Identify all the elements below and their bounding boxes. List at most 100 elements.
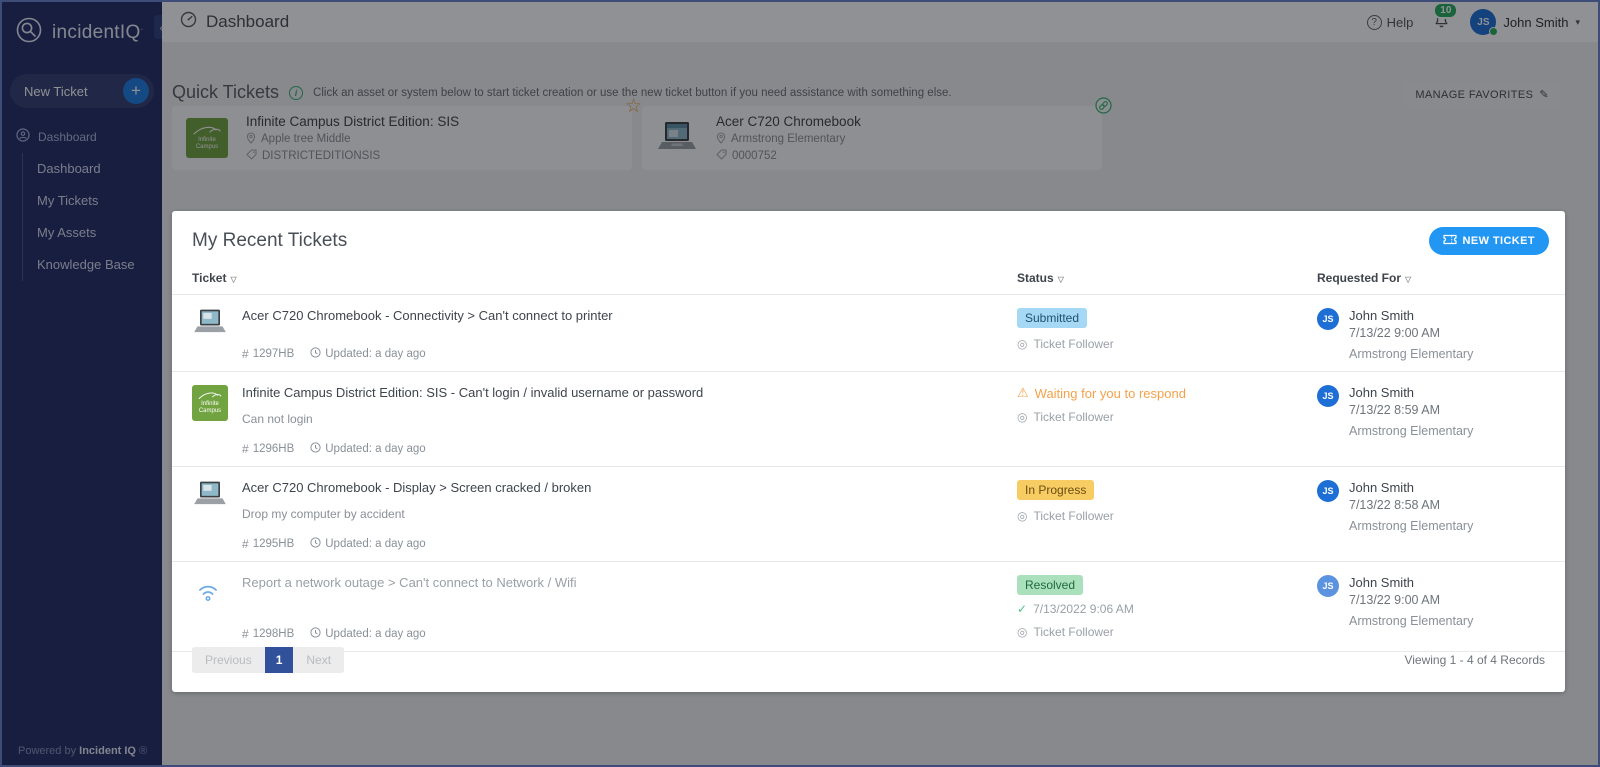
notifications-button[interactable]: 10 [1433, 2, 1459, 34]
next-page-button[interactable]: Next [293, 647, 345, 673]
help-icon: ? [1366, 14, 1382, 30]
pagination: Previous 1 Next [192, 647, 345, 673]
ticket-title[interactable]: Report a network outage > Can't connect … [242, 575, 1017, 590]
requester-name: John Smith [1349, 575, 1415, 590]
warning-icon: ⚠ [1017, 385, 1029, 400]
ticket-icon [1442, 234, 1457, 248]
new-ticket-button[interactable]: NEW TICKET [1428, 227, 1549, 255]
notification-badge: 10 [1433, 2, 1459, 19]
column-requested-for[interactable]: Requested For ▽ [1317, 271, 1545, 285]
user-circle-icon [16, 128, 30, 145]
avatar: JS [1317, 575, 1339, 597]
ticket-title[interactable]: Infinite Campus District Edition: SIS - … [242, 385, 1017, 400]
pencil-icon: ✎ [1539, 89, 1549, 101]
tag-icon [246, 148, 257, 163]
laptop-thumbnail [192, 308, 228, 338]
info-icon: i [289, 85, 304, 100]
check-icon: ✓ [1017, 602, 1028, 616]
gauge-icon [180, 11, 197, 33]
presence-dot [1489, 27, 1499, 36]
ticket-follower: ◎ Ticket Follower [1017, 337, 1114, 351]
ticket-meta: # 1296HB Updated: a day ago [242, 430, 1017, 456]
ticket-number: 1298HB [252, 628, 295, 640]
ticket-follower: ◎ Ticket Follower [1017, 410, 1114, 424]
powered-by-footer: Powered by Incident IQ ® [18, 745, 148, 757]
quick-ticket-tag: 0000752 [716, 148, 861, 163]
table-header: Ticket ▽ Status ▽ Requested For ▽ [172, 263, 1565, 294]
infinite-campus-logo: Infinite Campus [186, 118, 228, 158]
requester-name: John Smith [1349, 480, 1415, 495]
requester-location: Armstrong Elementary [1349, 519, 1474, 533]
status-warning: ⚠ Waiting for you to respond [1017, 385, 1186, 401]
follower-icon: ◎ [1017, 410, 1028, 424]
hash-icon: # [242, 627, 249, 641]
ticket-number: 1297HB [252, 348, 295, 360]
requested-date: 7/13/22 8:58 AM [1349, 498, 1441, 512]
table-row[interactable]: Report a network outage > Can't connect … [172, 561, 1565, 651]
avatar: JS [1317, 308, 1339, 330]
hash-icon: # [242, 442, 249, 456]
sidebar-item-my-assets[interactable]: My Assets [23, 217, 162, 249]
table-row[interactable]: Acer C720 Chromebook - Display > Screen … [172, 466, 1565, 561]
sidebar-new-ticket[interactable]: New Ticket + [10, 74, 154, 108]
requester-location: Armstrong Elementary [1349, 424, 1474, 438]
quick-ticket-name: Acer C720 Chromebook [716, 113, 861, 129]
avatar: JS [1470, 9, 1499, 36]
quick-ticket-name: Infinite Campus District Edition: SIS [246, 113, 460, 129]
manage-favorites-button[interactable]: MANAGE FAVORITES ✎ [1403, 82, 1561, 107]
requester-name: John Smith [1349, 308, 1415, 323]
requester-name: John Smith [1349, 385, 1415, 400]
sidebar-item-dashboard[interactable]: Dashboard [23, 153, 162, 185]
quick-ticket-location: Apple tree Middle [246, 131, 459, 147]
follower-icon: ◎ [1017, 625, 1028, 639]
clock-icon [310, 537, 321, 551]
clock-icon [310, 627, 321, 641]
help-label: Help [1386, 14, 1414, 30]
laptop-thumbnail [656, 118, 698, 158]
ticket-number: 1296HB [252, 443, 295, 455]
sidebar-item-my-tickets[interactable]: My Tickets [23, 185, 162, 217]
ticket-follower: ◎ Ticket Follower [1017, 509, 1114, 523]
link-icon [1095, 97, 1112, 119]
column-ticket[interactable]: Ticket ▽ [192, 271, 1017, 285]
new-ticket-label: New Ticket [24, 83, 88, 99]
quick-ticket-card-infinite-campus[interactable]: ☆ Infinite Campus Infinite Campus Distric… [172, 97, 642, 170]
location-pin-icon [716, 131, 726, 147]
updated-text: Updated: a day ago [325, 348, 426, 360]
help-button[interactable]: ? Help [1366, 14, 1414, 30]
requester-location: Armstrong Elementary [1349, 614, 1474, 628]
plus-icon[interactable]: + [123, 78, 149, 104]
quick-ticket-card-chromebook[interactable]: Acer C720 Chromebook Armstrong Elementar… [642, 97, 1112, 170]
wifi-icon [192, 575, 228, 605]
updated-text: Updated: a day ago [325, 628, 426, 640]
quick-tickets-title: Quick Tickets [172, 82, 280, 102]
star-icon[interactable]: ☆ [625, 97, 642, 116]
sidebar-item-knowledge-base[interactable]: Knowledge Base [23, 249, 162, 281]
previous-page-button[interactable]: Previous [192, 647, 265, 673]
sidebar-section-label: Dashboard [38, 129, 97, 144]
user-menu[interactable]: JS John Smith ▾ [1470, 9, 1580, 36]
current-page[interactable]: 1 [264, 647, 294, 673]
sort-caret-icon: ▽ [1057, 275, 1064, 284]
ticket-title[interactable]: Acer C720 Chromebook - Display > Screen … [242, 480, 1017, 495]
sidebar-section-dashboard[interactable]: Dashboard [2, 120, 162, 153]
updated-text: Updated: a day ago [325, 443, 426, 455]
updated-text: Updated: a day ago [325, 538, 426, 550]
table-row[interactable]: Infinite Campus Infinite Campus District … [172, 371, 1565, 466]
status-badge: Resolved [1017, 575, 1084, 595]
avatar: JS [1317, 385, 1339, 407]
user-name: John Smith [1503, 14, 1569, 30]
table-row[interactable]: Acer C720 Chromebook - Connectivity > Ca… [172, 294, 1565, 371]
column-status[interactable]: Status ▽ [1017, 271, 1317, 285]
ticket-meta: # 1295HB Updated: a day ago [242, 525, 1017, 551]
requester-location: Armstrong Elementary [1349, 347, 1474, 361]
ticket-rows: Acer C720 Chromebook - Connectivity > Ca… [172, 294, 1565, 652]
avatar: JS [1317, 480, 1339, 502]
location-pin-icon [246, 131, 256, 147]
requested-date: 7/13/22 9:00 AM [1349, 326, 1441, 340]
ticket-title[interactable]: Acer C720 Chromebook - Connectivity > Ca… [242, 308, 1017, 323]
sort-caret-icon: ▽ [1405, 275, 1412, 284]
brand-header: incidentIQ. ‹ [2, 2, 169, 62]
ticket-meta: # 1297HB Updated: a day ago [242, 335, 1017, 361]
ticket-subtitle: Drop my computer by accident [242, 507, 405, 521]
